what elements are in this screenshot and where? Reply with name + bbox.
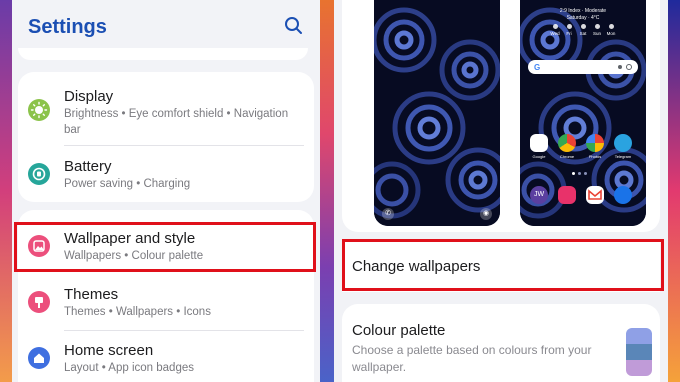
page-indicator xyxy=(572,172,596,176)
palette-swatch xyxy=(626,344,652,360)
home-icon xyxy=(28,347,50,369)
highlight-change-wallpapers xyxy=(342,239,664,291)
settings-item-subtitle: Layout • App icon badges xyxy=(64,362,194,374)
home-screen-preview[interactable]: 2:9 Index · Moderate Saturday · 4°C Wed … xyxy=(520,0,646,226)
google-search-bar: G xyxy=(528,60,638,74)
page-title: Settings xyxy=(28,16,107,38)
weather-widget: Wed Fri Sat Sun Mon xyxy=(550,24,616,40)
app-label: Google xyxy=(532,154,546,159)
colour-palette-description: Choose a palette based on colours from y… xyxy=(352,343,592,374)
weather-day: Fri xyxy=(564,24,574,40)
settings-item-title: Themes xyxy=(64,286,119,303)
settings-item-title: Battery xyxy=(64,158,112,175)
settings-item-home-screen[interactable]: Home screen Layout • App icon badges xyxy=(18,338,314,382)
highlight-wallpaper-and-style xyxy=(14,222,316,272)
settings-card-display-battery: Display Brightness • Eye comfort shield … xyxy=(18,72,314,202)
search-icon xyxy=(285,17,302,34)
battery-icon xyxy=(28,163,50,185)
settings-item-display[interactable]: Display Brightness • Eye comfort shield … xyxy=(18,84,314,148)
svg-text:G: G xyxy=(534,63,540,72)
settings-item-subtitle: Power saving • Charging xyxy=(64,178,191,190)
home-date-line: Saturday · 4°C xyxy=(566,15,600,21)
palette-swatch xyxy=(626,328,652,344)
home-time-line: 2:9 Index · Moderate xyxy=(559,8,607,14)
telegram-app-icon xyxy=(614,134,632,152)
app-label: Photos xyxy=(588,154,602,159)
theme-brush-icon xyxy=(28,291,50,313)
jw-library-app-icon: JW xyxy=(530,186,548,204)
wallpaper-style-screen: ✆ ◉ 2:9 Index · Moderate Saturday · 4°C … xyxy=(334,0,668,382)
succulent-wallpaper-image xyxy=(374,0,500,226)
settings-item-battery[interactable]: Battery Power saving • Charging xyxy=(18,154,314,198)
settings-item-subtitle: Themes • Wallpapers • Icons xyxy=(64,306,211,318)
wallpaper-previews: ✆ ◉ 2:9 Index · Moderate Saturday · 4°C … xyxy=(342,0,660,232)
weather-day: Mon xyxy=(606,24,616,40)
camera-icon: ◉ xyxy=(480,208,492,220)
weather-day: Wed xyxy=(550,24,560,40)
chrome-app-icon xyxy=(558,134,576,152)
colour-palette-title: Colour palette xyxy=(352,322,446,339)
palette-swatch xyxy=(626,360,652,376)
divider xyxy=(64,145,304,146)
phone-icon: ✆ xyxy=(382,208,394,220)
settings-item-subtitle: Brightness • Eye comfort shield • Naviga… xyxy=(64,108,289,136)
settings-item-themes[interactable]: Themes Themes • Wallpapers • Icons xyxy=(18,282,314,326)
previous-card xyxy=(18,48,308,60)
photos-app-icon xyxy=(586,134,604,152)
weather-day: Sun xyxy=(592,24,602,40)
weather-day: Sat xyxy=(578,24,588,40)
settings-screen: Settings Display Brightness • Eye comfor… xyxy=(12,0,320,382)
gmail-app-icon xyxy=(586,186,604,204)
search-button[interactable] xyxy=(282,14,306,38)
wallpaper-edge-middle xyxy=(320,0,334,382)
messages-app-icon xyxy=(614,186,632,204)
app-label: Chrome xyxy=(559,154,575,159)
app-label: Telegram xyxy=(614,154,632,159)
lock-screen-preview[interactable]: ✆ ◉ xyxy=(374,0,500,226)
camera-app-icon xyxy=(558,186,576,204)
settings-item-title: Home screen xyxy=(64,342,154,359)
sun-icon xyxy=(28,99,50,121)
wallpaper-edge-right xyxy=(668,0,680,382)
colour-palette-item[interactable]: Colour palette Choose a palette based on… xyxy=(342,304,660,382)
settings-item-title: Display xyxy=(64,88,114,105)
divider xyxy=(64,330,304,331)
wallpaper-edge-left xyxy=(0,0,12,382)
google-app-icon xyxy=(530,134,548,152)
